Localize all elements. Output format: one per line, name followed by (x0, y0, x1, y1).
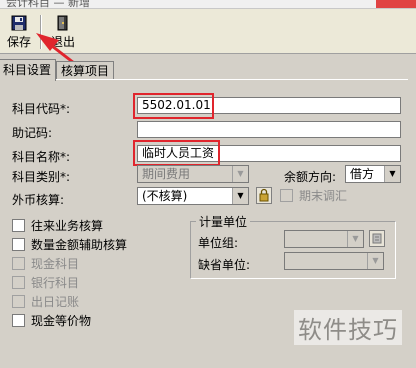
checkbox-label: 银行科目 (31, 276, 80, 290)
checkbox-box (12, 238, 25, 251)
chevron-down-icon: ▼ (384, 166, 400, 182)
tab-accounting-items[interactable]: 核算项目 (56, 61, 115, 81)
lock-icon (259, 188, 269, 202)
balance-direction-select[interactable]: 借方 ▼ (345, 165, 401, 183)
foreign-currency-label: 外币核算: (12, 193, 65, 207)
default-unit-label: 缺省单位: (198, 258, 251, 272)
code-highlight-box (133, 93, 214, 119)
account-category-select[interactable]: 期间费用 ▼ (137, 165, 249, 183)
tab-account-settings-label: 科目设置 (3, 63, 52, 77)
default-unit-select[interactable]: ▼ (284, 252, 384, 270)
list-icon (372, 233, 382, 244)
checkbox-box (12, 257, 25, 270)
chevron-down-icon: ▼ (232, 188, 248, 204)
account-category-label: 科目类别*: (12, 170, 71, 184)
checkbox-box (280, 189, 293, 202)
period-end-adjust-label: 期末调汇 (299, 189, 348, 203)
foreign-currency-value: (不核算) (142, 189, 188, 203)
checkbox-label: 出日记账 (31, 295, 80, 309)
balance-direction-label: 余额方向: (284, 170, 337, 184)
mnemonic-label: 助记码: (12, 126, 53, 140)
checkbox-label: 数量金额辅助核算 (31, 238, 128, 252)
checkbox-receivable-tracking[interactable]: 往来业务核算 (12, 218, 103, 234)
unit-group-select[interactable]: ▼ (284, 230, 364, 248)
checkbox-label: 现金科目 (31, 257, 80, 271)
name-highlight-box (133, 140, 220, 166)
checkbox-label: 现金等价物 (31, 314, 92, 328)
checkbox-label: 往来业务核算 (31, 219, 104, 233)
mnemonic-field[interactable] (137, 121, 401, 138)
period-end-adjust-checkbox[interactable]: 期末调汇 (280, 188, 347, 204)
account-name-label: 科目名称*: (12, 150, 71, 164)
currency-lookup-button[interactable] (256, 187, 272, 204)
account-category-value: 期间费用 (142, 167, 191, 181)
checkbox-cash-equivalent[interactable]: 现金等价物 (12, 313, 91, 329)
chevron-down-icon: ▼ (367, 253, 383, 269)
balance-direction-value: 借方 (350, 167, 375, 181)
unit-groupbox-title: 计量单位 (196, 213, 251, 230)
foreign-currency-select[interactable]: (不核算) ▼ (137, 187, 249, 205)
checkbox-cash-account[interactable]: 现金科目 (12, 256, 79, 272)
checkbox-daily-journal[interactable]: 出日记账 (12, 294, 79, 310)
watermark-text: 软件技巧 (294, 310, 402, 345)
tab-accounting-items-label: 核算项目 (61, 64, 110, 78)
checkbox-box (12, 314, 25, 327)
account-code-label: 科目代码*: (12, 102, 71, 116)
unit-group-label: 单位组: (198, 236, 239, 250)
chevron-down-icon: ▼ (232, 166, 248, 182)
checkbox-box (12, 295, 25, 308)
tab-account-settings[interactable]: 科目设置 (0, 59, 57, 81)
unit-group-lookup-button[interactable] (369, 230, 385, 247)
chevron-down-icon: ▼ (347, 231, 363, 247)
checkbox-box (12, 276, 25, 289)
checkbox-box (12, 219, 25, 232)
checkbox-bank-account[interactable]: 银行科目 (12, 275, 79, 291)
checkbox-quantity-amount[interactable]: 数量金额辅助核算 (12, 237, 127, 253)
